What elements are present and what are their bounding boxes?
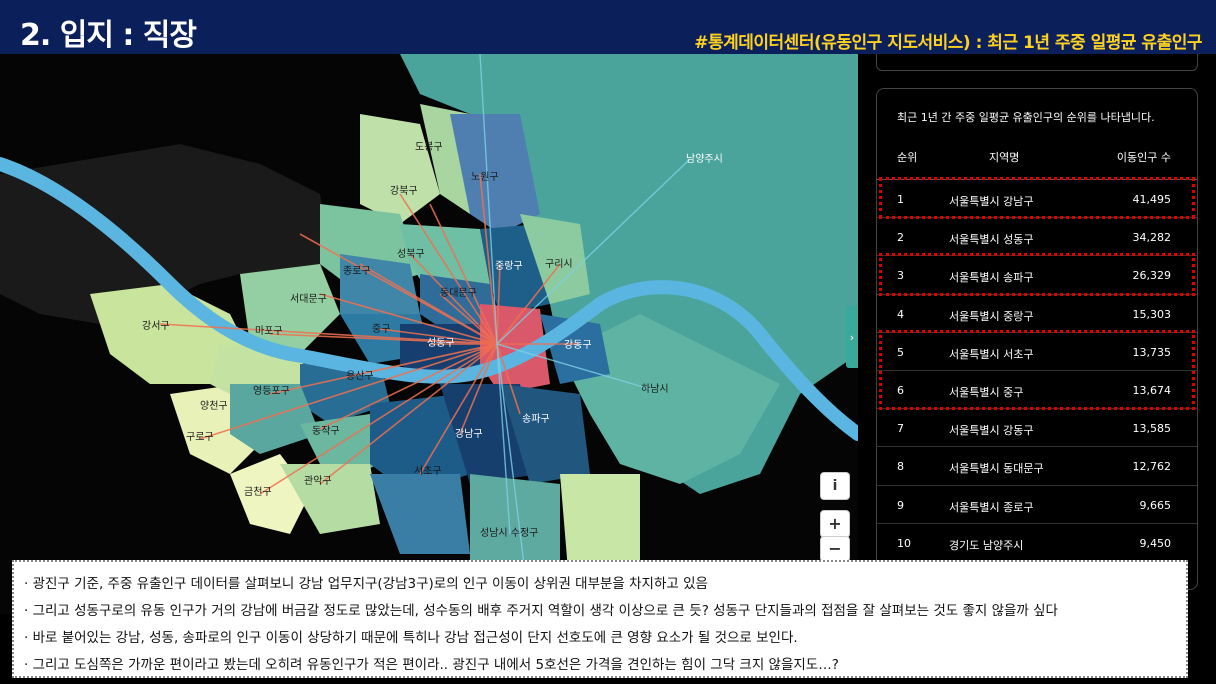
svg-text:종로구: 종로구 (343, 265, 371, 277)
svg-text:동대문구: 동대문구 (440, 287, 477, 299)
notes-box: · 광진구 기준, 주중 유출인구 데이터를 살펴보니 강남 업무지구(강남3구… (12, 560, 1188, 678)
rank-rank: 4 (897, 307, 904, 321)
rank-row: 4 서울특별시 중랑구 15,303 (877, 293, 1197, 333)
svg-text:마포구: 마포구 (255, 325, 283, 337)
svg-text:은평구: 은평구 (280, 225, 308, 237)
zoom-in-button[interactable]: + (820, 510, 850, 538)
rank-row: 10 경기도 남양주시 9,450 (877, 522, 1197, 562)
rank-value: 13,585 (1132, 422, 1172, 436)
header-bar: 2. 입지 : 직장 #통계데이터센터(유동인구 지도서비스) : 최근 1년 … (0, 0, 1216, 54)
svg-text:성동구: 성동구 (427, 337, 455, 349)
svg-text:강서구: 강서구 (142, 320, 170, 332)
map-info-button[interactable]: i (820, 472, 850, 500)
col-region-header: 지역명 (989, 151, 1020, 164)
chevron-right-icon: › (849, 330, 855, 344)
map-region-shape (370, 474, 470, 554)
svg-text:용산구: 용산구 (346, 370, 374, 382)
svg-text:영등포구: 영등포구 (253, 385, 290, 397)
rank-value: 9,450 (1139, 536, 1172, 550)
note-line: · 바로 붙어있는 강남, 성동, 송파로의 인구 이동이 상당하기 때문에 특… (24, 630, 798, 646)
slide-title: 2. 입지 : 직장 (20, 18, 197, 53)
rank-value: 15,303 (1132, 307, 1172, 321)
seoul-map-svg: 도봉구 노원구 강북구 은평구 성북구 중랑구 종로구 동대문구 서대문구 강서… (0, 54, 858, 614)
svg-text:금천구: 금천구 (244, 486, 272, 498)
svg-text:도봉구: 도봉구 (415, 141, 443, 153)
svg-text:노원구: 노원구 (471, 171, 499, 183)
ranking-panel: 최근 1년 간 주중 일평균 유출인구의 순위를 나타냅니다. 순위 지역명 이… (858, 54, 1216, 614)
highlight-box (879, 253, 1195, 296)
svg-text:구로구: 구로구 (186, 432, 214, 443)
svg-text:성북구: 성북구 (397, 248, 425, 260)
svg-text:송파구: 송파구 (522, 413, 550, 425)
rank-value: 12,762 (1132, 460, 1172, 474)
highlight-box (879, 177, 1195, 220)
svg-text:강남구: 강남구 (455, 428, 483, 440)
note-line: · 그리고 성동구로의 유동 인구가 거의 강남에 버금갈 정도로 많았는데, … (24, 603, 1058, 619)
svg-text:서초구: 서초구 (414, 465, 442, 477)
rank-value: 34,282 (1132, 231, 1172, 245)
rank-rank: 9 (897, 498, 904, 512)
svg-text:강동구: 강동구 (564, 339, 592, 351)
rank-rank: 8 (897, 460, 904, 474)
rank-header: 순위 지역명 이동인구 수 (877, 149, 1197, 175)
svg-text:구리시: 구리시 (545, 258, 573, 270)
col-rank-header: 순위 (897, 151, 918, 164)
svg-text:서대문구: 서대문구 (290, 293, 327, 305)
rank-value: 9,665 (1139, 498, 1172, 512)
top-box (876, 54, 1198, 71)
svg-text:하남시: 하남시 (641, 382, 669, 395)
rank-row: 2 서울특별시 성동구 34,282 (877, 217, 1197, 256)
rank-row: 8 서울특별시 동대문구 12,762 (877, 446, 1197, 485)
svg-text:강북구: 강북구 (390, 185, 418, 197)
col-value-header: 이동인구 수 (1116, 151, 1171, 164)
panel-collapse-tab[interactable]: › (846, 306, 858, 368)
rank-rank: 10 (897, 536, 911, 550)
rank-box: 최근 1년 간 주중 일평균 유출인구의 순위를 나타냅니다. 순위 지역명 이… (876, 88, 1198, 590)
note-line: · 그리고 도심쪽은 가까운 편이라고 봤는데 오히려 유동인구가 적은 편이라… (24, 657, 839, 673)
svg-text:양천구: 양천구 (200, 400, 228, 412)
rank-rank: 7 (897, 422, 904, 436)
svg-text:남양주시: 남양주시 (686, 153, 723, 165)
svg-text:성남시 수정구: 성남시 수정구 (480, 527, 538, 539)
rank-row: 9 서울특별시 종로구 9,665 (877, 484, 1197, 524)
rank-rank: 2 (897, 231, 904, 245)
highlight-box (879, 329, 1195, 411)
source-label: #통계데이터센터(유동인구 지도서비스) : 최근 1년 주중 일평균 유출인구 (694, 33, 1202, 53)
note-line: · 광진구 기준, 주중 유출인구 데이터를 살펴보니 강남 업무지구(강남3구… (24, 576, 708, 592)
svg-text:중구: 중구 (372, 323, 390, 335)
flow-map[interactable]: 도봉구 노원구 강북구 은평구 성북구 중랑구 종로구 동대문구 서대문구 강서… (0, 54, 858, 614)
rank-description: 최근 1년 간 주중 일평균 유출인구의 순위를 나타냅니다. (897, 111, 1155, 124)
zoom-out-button[interactable]: − (820, 536, 850, 562)
svg-text:관악구: 관악구 (304, 475, 332, 487)
svg-text:동작구: 동작구 (312, 425, 340, 437)
svg-text:중랑구: 중랑구 (495, 260, 523, 272)
rank-row: 7 서울특별시 강동구 13,585 (877, 408, 1197, 447)
